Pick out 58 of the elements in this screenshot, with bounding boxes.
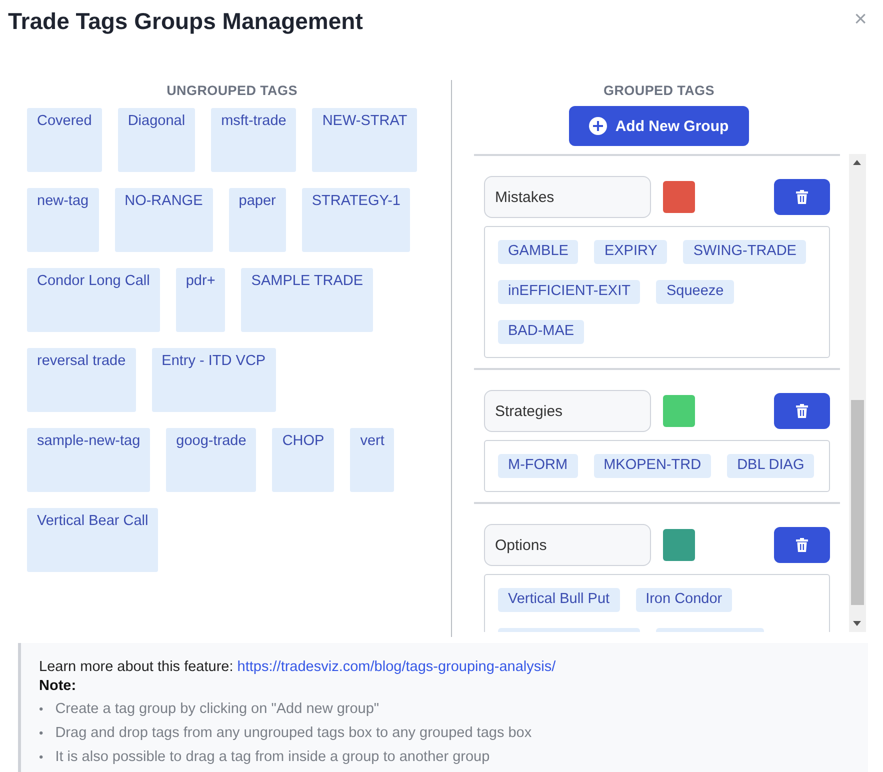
section-heading: UNGROUPED TAGS	[166, 83, 298, 98]
tag-chip[interactable]: MKOPEN-TRD	[594, 454, 712, 478]
plus-circle-icon	[589, 117, 608, 135]
tag-chip[interactable]: paper	[228, 188, 286, 252]
note-item: It is also possible to drag a tag from inside a group to another group	[55, 748, 490, 767]
scroll-down-arrow-icon[interactable]	[853, 621, 861, 626]
tag-chip[interactable]: Diagonal	[118, 108, 196, 172]
learn-more-text: Learn more about this feature: https://tradesviz.com/blog/tags-grouping-analysis/	[39, 658, 557, 677]
tag-chip[interactable]: Condor Long Call	[27, 268, 160, 332]
delete-button[interactable]	[774, 179, 830, 215]
tag-chip[interactable]: inEFFICIENT-EXIT	[498, 280, 640, 304]
tag-chip[interactable]: SAMPLE TRADE	[241, 268, 374, 332]
delete-button[interactable]	[774, 527, 830, 563]
tag-chip[interactable]: reversal trade	[27, 348, 136, 412]
tag-chip[interactable]: Iron Condor	[636, 588, 732, 612]
scroll-up-arrow-icon[interactable]	[853, 160, 861, 165]
bullet: •	[39, 701, 44, 718]
tag-chip[interactable]: Vertical Bear Call	[27, 508, 158, 572]
tag-chip[interactable]: M-FORM	[498, 454, 578, 478]
dialog-title: Trade Tags Groups Management	[8, 8, 363, 35]
delete-button[interactable]	[774, 393, 830, 429]
tag-chip[interactable]: CHOP	[272, 428, 334, 492]
tag-chip[interactable]: BAD-MAE	[498, 320, 584, 344]
tag-chip[interactable]: msft-trade	[211, 108, 296, 172]
tag-chip[interactable]: pdr+	[176, 268, 226, 332]
tag-chip[interactable]: Vertical Bull Put	[498, 588, 620, 612]
group-name-field[interactable]: Strategies	[484, 390, 651, 432]
tag-chip[interactable]: sample-new-tag	[27, 428, 150, 492]
color-swatch[interactable]	[663, 529, 695, 561]
group-name-field[interactable]: Options	[484, 524, 651, 566]
note-label: Note:	[39, 677, 78, 695]
note-item: Create a tag group by clicking on "Add new group"	[55, 700, 380, 719]
bullet: •	[39, 749, 44, 766]
bullet: •	[39, 725, 44, 742]
tag-chip[interactable]: DBL DIAG	[727, 454, 814, 478]
trash-icon	[796, 538, 808, 552]
group-name-field[interactable]: Mistakes	[484, 176, 651, 218]
feature-link[interactable]: https://tradesviz.com/blog/tags-grouping-analysis/	[237, 659, 556, 675]
section-heading: GROUPED TAGS	[604, 83, 714, 98]
tag-chip[interactable]: vert	[350, 428, 394, 492]
color-swatch[interactable]	[663, 395, 695, 427]
tag-chip[interactable]: NEW-STRAT	[312, 108, 418, 172]
note-item: Drag and drop tags from any ungrouped tags box to any grouped tags box	[55, 724, 532, 743]
tag-chip[interactable]: Squeeze	[656, 280, 734, 304]
tag-chip[interactable]: EXPIRY	[594, 240, 668, 264]
tag-chip[interactable]: STRATEGY-1	[302, 188, 410, 252]
tag-chip[interactable]: GAMBLE	[498, 240, 578, 264]
trash-icon	[796, 404, 808, 418]
add-group-button[interactable]: Add New Group	[569, 106, 749, 146]
scrollbar[interactable]	[849, 154, 866, 632]
trash-icon	[796, 190, 808, 204]
tag-chip[interactable]: Covered	[27, 108, 102, 172]
tag-chip[interactable]: new-tag	[27, 188, 99, 252]
tag-chip[interactable]: Entry - ITD VCP	[152, 348, 276, 412]
tag-chip[interactable]: SWING-TRADE	[683, 240, 806, 264]
tag-chip[interactable]: goog-trade	[166, 428, 256, 492]
color-swatch[interactable]	[663, 181, 695, 213]
tag-chip[interactable]: NO-RANGE	[114, 188, 213, 252]
